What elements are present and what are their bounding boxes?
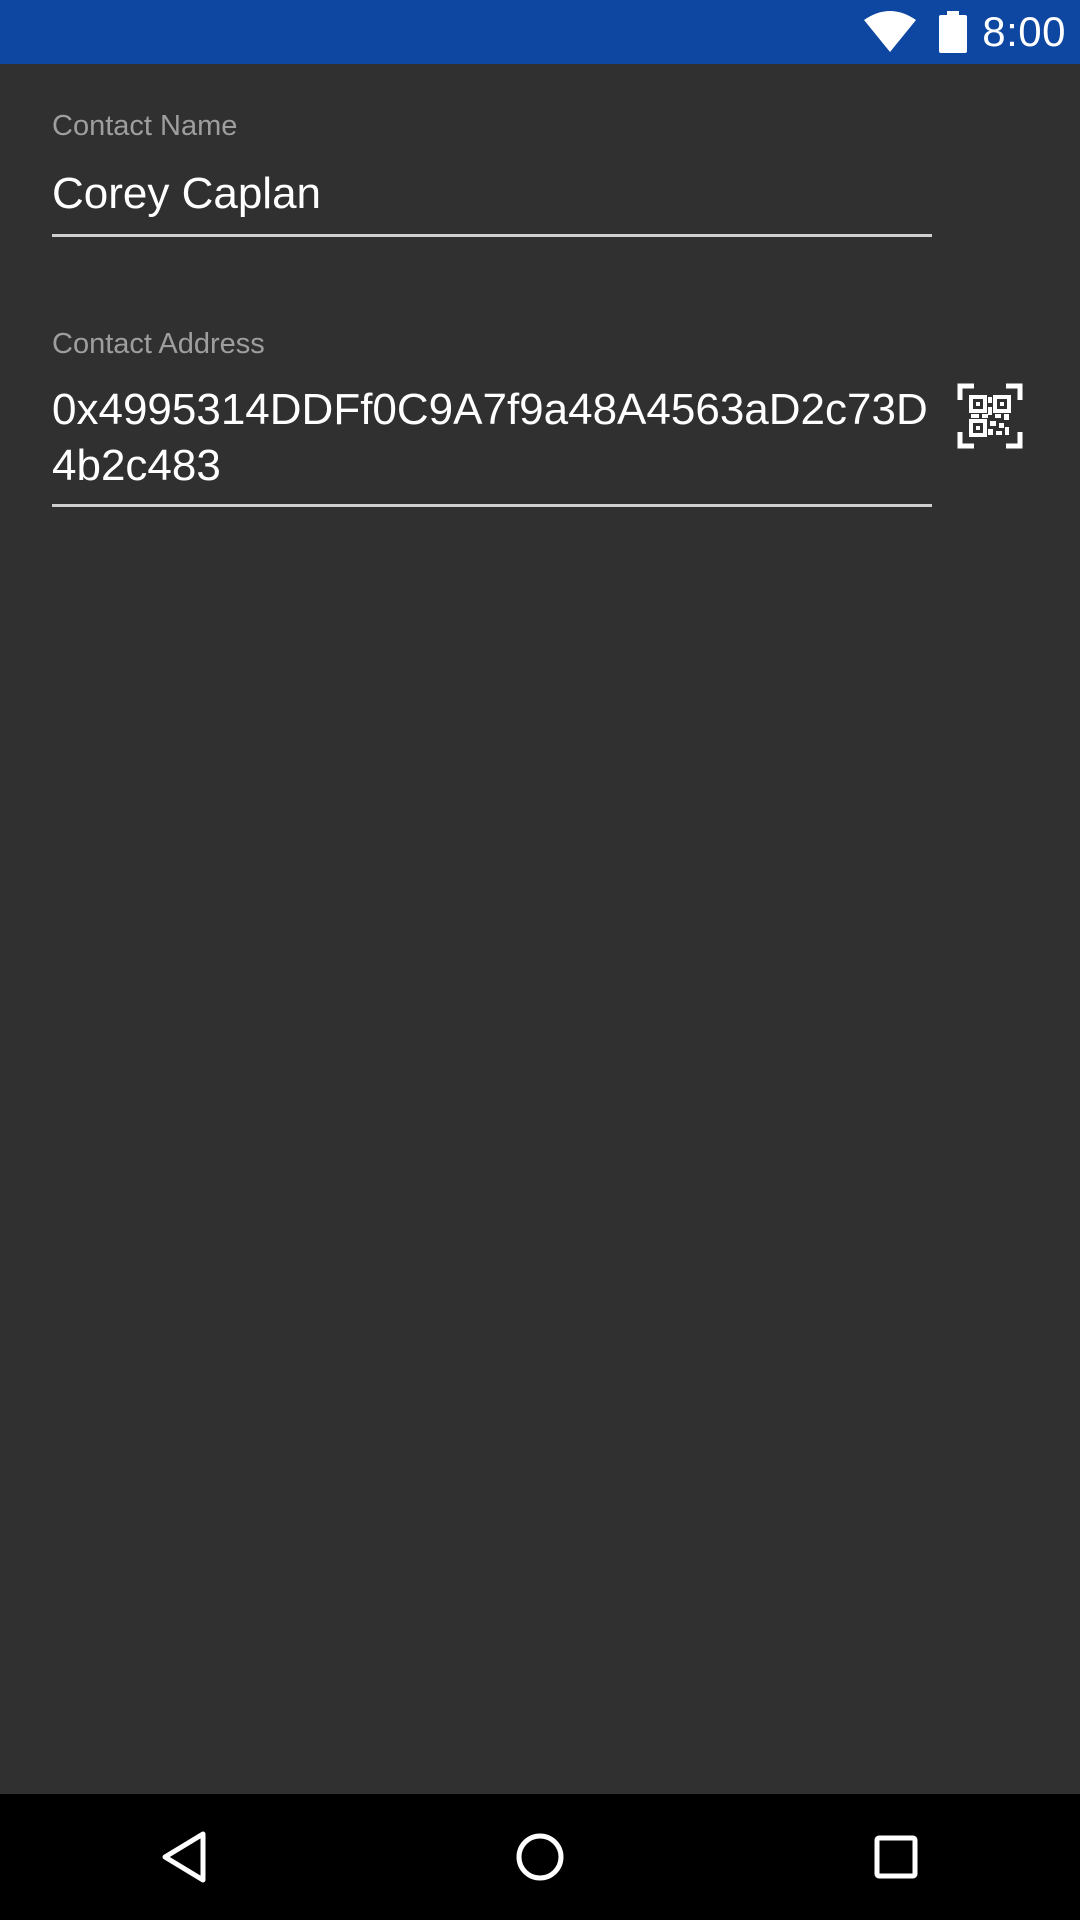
home-button[interactable]: [495, 1812, 585, 1902]
contact-address-field: Contact Address 0x4995314DDFf0C9A7f9a48A…: [52, 326, 932, 507]
wifi-icon: [864, 11, 917, 52]
contact-name-input[interactable]: Corey Caplan: [52, 166, 932, 222]
contact-name-underline: [52, 234, 932, 237]
status-bar: 8:00: [0, 0, 1080, 64]
home-icon: [516, 1833, 564, 1881]
qr-code-scan-icon: [957, 383, 1023, 449]
navigation-bar: [0, 1794, 1080, 1920]
contact-address-underline: [52, 504, 932, 507]
back-icon: [162, 1831, 206, 1883]
recents-button[interactable]: [851, 1812, 941, 1902]
contact-name-label: Contact Name: [52, 110, 238, 142]
recents-icon: [874, 1835, 918, 1879]
contact-address-label: Contact Address: [52, 328, 265, 360]
battery-icon: [939, 11, 968, 53]
back-button[interactable]: [139, 1812, 229, 1902]
status-icons: 8:00: [862, 8, 1066, 56]
contact-address-input[interactable]: 0x4995314DDFf0C9A7f9a48A4563aD2c73D4b2c4…: [52, 382, 932, 494]
contact-form: Contact Name Corey Caplan Contact Addres…: [0, 64, 1080, 1794]
contact-name-field: Contact Name Corey Caplan: [52, 108, 932, 237]
scan-qr-button[interactable]: [950, 376, 1030, 456]
status-clock: 8:00: [982, 8, 1066, 55]
